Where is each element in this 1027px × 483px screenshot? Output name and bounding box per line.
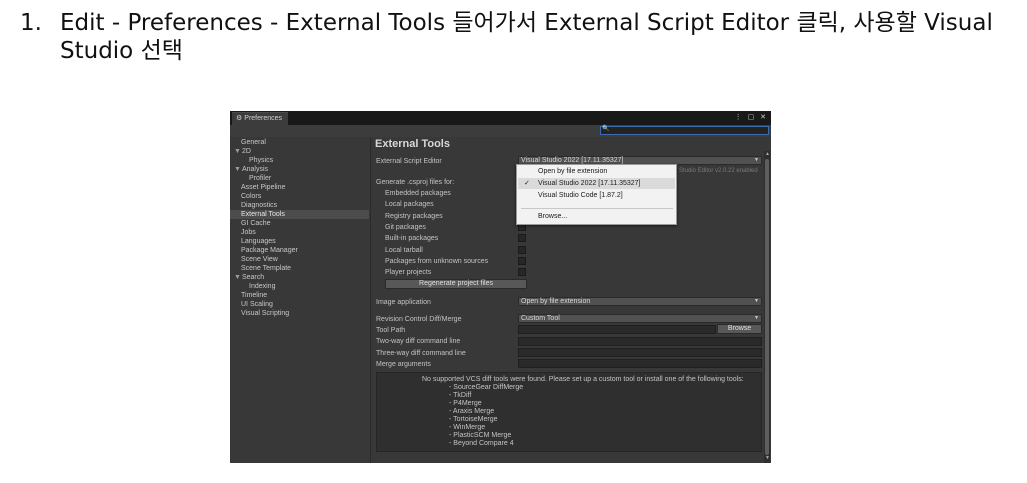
scrollbar-thumb[interactable] <box>765 159 769 455</box>
tool-list-item: - SourceGear DiffMerge <box>449 384 524 391</box>
sidebar-item-asset-pipeline[interactable]: Asset Pipeline <box>241 183 285 192</box>
tool-list-item: - TkDiff <box>449 392 472 399</box>
tool-list-item: - P4Merge <box>449 400 482 407</box>
caret-down-icon[interactable]: ▼ <box>234 274 241 281</box>
window-tab-label: Preferences <box>244 115 283 122</box>
sidebar-item-external-tools[interactable]: External Tools <box>230 210 369 219</box>
script-editor-dropdown-menu: Open by file extension ✓ Visual Studio 20… <box>516 164 677 225</box>
csproj-item-git: Git packages <box>385 224 426 231</box>
search-icon: 🔍 <box>602 126 610 132</box>
csproj-item-unknown: Packages from unknown sources <box>385 258 489 265</box>
tool-path-field[interactable] <box>518 325 716 334</box>
checkbox-unknown-sources[interactable] <box>518 257 526 265</box>
merge-arguments-field[interactable] <box>518 359 762 368</box>
menu-item-browse[interactable]: Browse... <box>518 211 675 222</box>
chevron-down-icon: ▼ <box>754 157 759 163</box>
revision-control-label: Revision Control Diff/Merge <box>376 316 462 323</box>
sidebar-item-visual-scripting[interactable]: Visual Scripting <box>241 309 289 318</box>
sidebar-item-2d[interactable]: ▼2D <box>234 147 251 156</box>
caret-down-icon[interactable]: ▼ <box>234 148 241 155</box>
sidebar-item-analysis[interactable]: ▼Analysis <box>234 165 268 174</box>
sidebar-item-package-manager[interactable]: Package Manager <box>241 246 298 255</box>
sidebar-item-search[interactable]: ▼Search <box>234 273 264 282</box>
sidebar-item-jobs[interactable]: Jobs <box>241 228 256 237</box>
tool-list-item: - TortoiseMerge <box>449 416 498 423</box>
package-version-hint: Studio Editor v2.0.22 enabled <box>679 168 758 174</box>
sidebar-item-gi-cache[interactable]: GI Cache <box>241 219 271 228</box>
preferences-window: ⚙ Preferences ⋮ ▢ ✕ 🔍 General ▼2D Physics… <box>230 111 771 463</box>
csproj-item-builtin: Built-in packages <box>385 235 439 242</box>
instruction-number: 1. <box>20 10 42 36</box>
csproj-item-registry: Registry packages <box>385 213 443 220</box>
check-icon: ✓ <box>524 180 530 187</box>
three-way-diff-field[interactable] <box>518 348 762 357</box>
search-input[interactable]: 🔍 <box>600 126 769 135</box>
tool-list-item: - Araxis Merge <box>449 408 495 415</box>
tool-list-item: - WinMerge <box>449 424 486 431</box>
help-message: No supported VCS diff tools were found. … <box>422 376 744 383</box>
chevron-down-icon: ▼ <box>754 298 759 304</box>
sidebar-item-profiler[interactable]: Profiler <box>249 174 271 183</box>
search-bar: 🔍 <box>230 125 771 137</box>
image-application-dropdown[interactable]: Open by file extension ▼ <box>518 297 762 306</box>
sidebar-item-timeline[interactable]: Timeline <box>241 291 267 300</box>
tool-list-item: - PlasticSCM Merge <box>449 432 512 439</box>
csproj-label: Generate .csproj files for: <box>376 179 455 186</box>
chevron-down-icon: ▼ <box>754 315 759 321</box>
image-application-label: Image application <box>376 299 431 306</box>
tool-path-label: Tool Path <box>376 327 406 334</box>
menu-separator <box>521 208 673 209</box>
menu-item-visual-studio-2022[interactable]: ✓ Visual Studio 2022 [17.11.35327] <box>518 178 675 189</box>
menu-item-visual-studio-code[interactable]: Visual Studio Code [1.87.2] <box>518 190 675 201</box>
vcs-help-box: No supported VCS diff tools were found. … <box>376 372 762 452</box>
three-way-diff-label: Three-way diff command line <box>376 350 466 357</box>
sidebar-item-scene-template[interactable]: Scene Template <box>241 264 291 273</box>
window-tab[interactable]: ⚙ Preferences <box>232 112 288 125</box>
tool-list-item: - Beyond Compare 4 <box>449 440 514 447</box>
caret-down-icon[interactable]: ▼ <box>234 166 241 173</box>
sidebar-item-general[interactable]: General <box>241 138 266 147</box>
browse-button[interactable]: Browse <box>717 324 762 334</box>
sidebar-item-colors[interactable]: Colors <box>241 192 261 201</box>
csproj-item-tarball: Local tarball <box>385 247 423 254</box>
window-controls[interactable]: ⋮ ▢ ✕ <box>735 112 768 124</box>
scroll-down-icon[interactable]: ▼ <box>765 455 770 461</box>
merge-arguments-label: Merge arguments <box>376 361 431 368</box>
sidebar-item-diagnostics[interactable]: Diagnostics <box>241 201 277 210</box>
script-editor-label: External Script Editor <box>376 158 442 165</box>
csproj-item-embedded: Embedded packages <box>385 190 451 197</box>
preferences-sidebar: General ▼2D Physics ▼Analysis Profiler A… <box>230 137 369 463</box>
sidebar-item-physics[interactable]: Physics <box>249 156 273 165</box>
csproj-item-local: Local packages <box>385 201 434 208</box>
revision-control-dropdown[interactable]: Custom Tool ▼ <box>518 314 762 323</box>
sidebar-item-scene-view[interactable]: Scene View <box>241 255 278 264</box>
checkbox-player-projects[interactable] <box>518 268 526 276</box>
page-title: External Tools <box>375 138 450 150</box>
sidebar-item-languages[interactable]: Languages <box>241 237 276 246</box>
sidebar-item-ui-scaling[interactable]: UI Scaling <box>241 300 273 309</box>
gear-icon: ⚙ <box>236 115 243 122</box>
menu-item-open-by-extension[interactable]: Open by file extension <box>518 166 675 177</box>
instruction-text: Edit - Preferences - External Tools 들어가서… <box>60 10 993 64</box>
two-way-diff-label: Two-way diff command line <box>376 338 461 345</box>
window-titlebar: ⚙ Preferences ⋮ ▢ ✕ <box>230 111 771 125</box>
checkbox-builtin-packages[interactable] <box>518 234 526 242</box>
csproj-item-player: Player projects <box>385 269 432 276</box>
two-way-diff-field[interactable] <box>518 337 762 346</box>
checkbox-local-tarball[interactable] <box>518 246 526 254</box>
regenerate-project-files-button[interactable]: Regenerate project files <box>385 279 527 289</box>
scroll-up-icon[interactable]: ▲ <box>765 151 770 157</box>
sidebar-item-indexing[interactable]: Indexing <box>249 282 275 291</box>
